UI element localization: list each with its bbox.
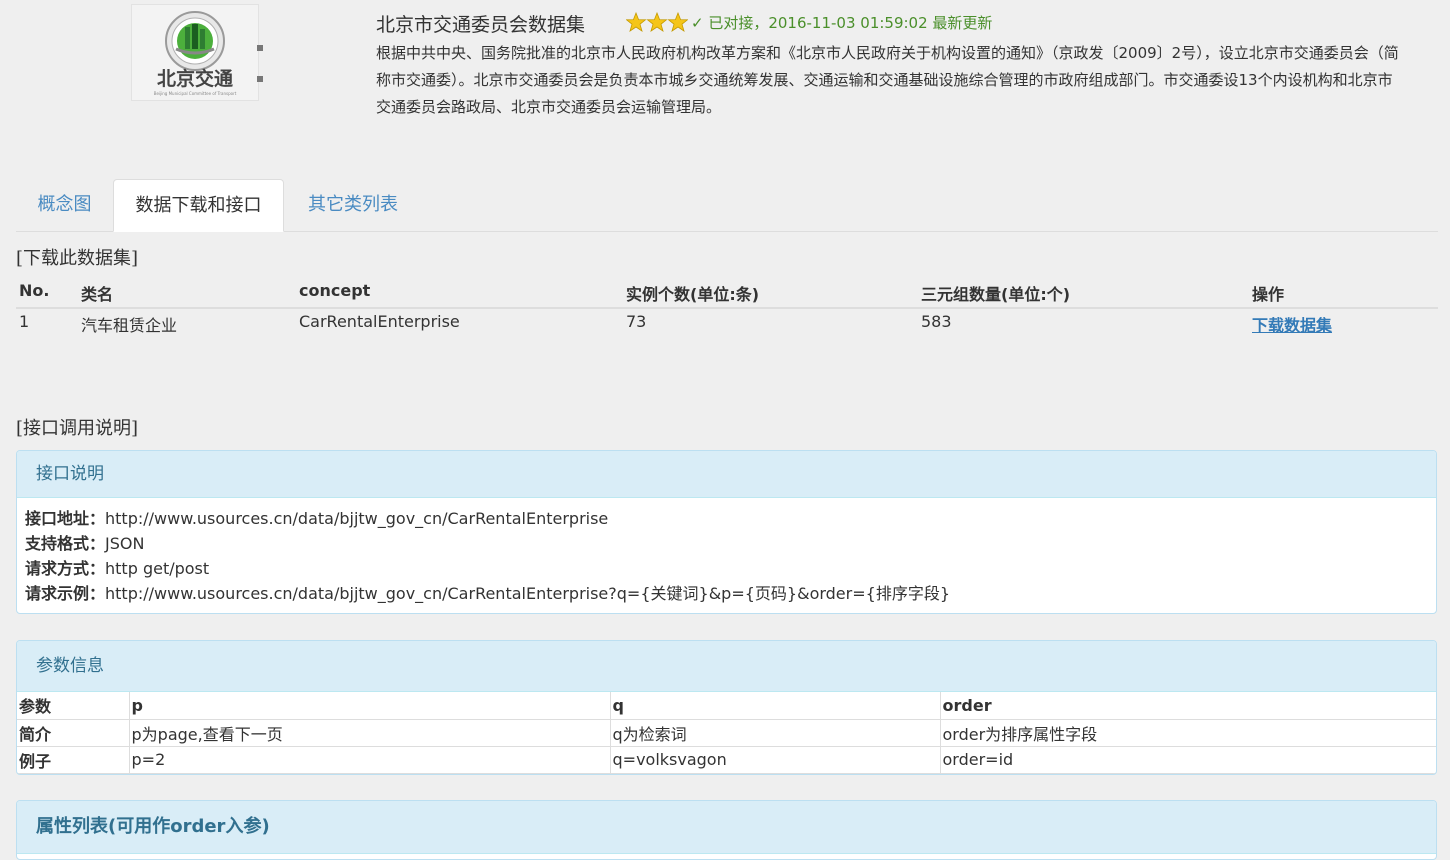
param-cell: p=2 xyxy=(128,745,611,774)
dataset-title: 北京市交通委员会数据集 xyxy=(376,14,586,36)
dataset-description: 根据中共中央、国务院批准的北京市人民政府机构改革方案和《北京市人民政府关于机构设… xyxy=(376,44,1399,116)
attributes-panel: 属性列表(可用作order入参) xyxy=(16,800,1437,860)
logo-edge-mark xyxy=(257,45,263,51)
param-cell: p xyxy=(128,692,611,720)
table-row: 1 汽车租赁企业 CarRentalEnterprise 73 583 下载数据… xyxy=(16,309,1438,339)
tab-other-classes[interactable]: 其它类列表 xyxy=(288,179,418,231)
sync-status: ✓ 已对接，2016-11-03 01:59:02 最新更新 xyxy=(691,14,993,32)
tab-data-download[interactable]: 数据下载和接口 xyxy=(113,179,284,232)
param-cell: 例子 xyxy=(17,745,130,774)
download-heading: [下载此数据集] xyxy=(16,248,139,269)
param-cell: q=volksvagon xyxy=(609,745,941,774)
logo-emblem-icon: 北京交通 Beijing Municipal Committee of Tran… xyxy=(154,11,237,96)
table-row: 简介 p为page,查看下一页 q为检索词 order为排序属性字段 xyxy=(17,718,1436,747)
panel-title: 接口说明 xyxy=(17,451,1436,498)
param-cell: q xyxy=(609,692,941,720)
param-cell: q为检索词 xyxy=(609,718,941,747)
tab-concept-map[interactable]: 概念图 xyxy=(16,179,113,231)
api-method-line: 请求方式：http get/post xyxy=(25,556,1436,581)
department-logo: 北京交通 Beijing Municipal Committee of Tran… xyxy=(131,4,259,101)
column-header: 操作 xyxy=(1252,285,1285,304)
table-header-row: No. 类名 concept 实例个数(单位:条) 三元组数量(单位:个) 操作 xyxy=(16,279,1438,309)
download-table: No. 类名 concept 实例个数(单位:条) 三元组数量(单位:个) 操作… xyxy=(16,279,1438,339)
svg-text:Beijing Municipal Committee of: Beijing Municipal Committee of Transport xyxy=(154,91,237,96)
api-example-line: 请求示例：http://www.usources.cn/data/bjjtw_g… xyxy=(25,581,1436,606)
column-header: 三元组数量(单位:个) xyxy=(921,285,1071,304)
svg-text:北京交通: 北京交通 xyxy=(157,67,234,90)
api-method-value: http get/post xyxy=(105,559,210,578)
column-header: 实例个数(单位:条) xyxy=(626,285,760,304)
logo-edge-mark xyxy=(257,76,263,82)
table-row: 例子 p=2 q=volksvagon order=id xyxy=(17,745,1436,774)
row-number: 1 xyxy=(19,312,30,331)
params-panel: 参数信息 参数 p q order 简介 p为page,查看下一页 q为检索词 … xyxy=(16,640,1437,775)
param-cell: order=id xyxy=(939,745,1436,774)
rating-stars-icon xyxy=(626,12,688,32)
field-label: 接口地址： xyxy=(25,509,106,528)
param-cell: order为排序属性字段 xyxy=(939,718,1436,747)
panel-title: 属性列表(可用作order入参) xyxy=(17,801,1436,854)
column-header: 类名 xyxy=(81,285,114,304)
download-dataset-link[interactable]: 下载数据集 xyxy=(1252,312,1332,336)
panel-title: 参数信息 xyxy=(17,641,1436,692)
api-example-value[interactable]: http://www.usources.cn/data/bjjtw_gov_cn… xyxy=(105,584,950,603)
concept-name: CarRentalEnterprise xyxy=(299,312,460,331)
param-cell: 参数 xyxy=(17,692,130,720)
tab-bar: 概念图 数据下载和接口 其它类列表 xyxy=(16,179,1438,232)
param-cell: order xyxy=(939,692,1436,720)
api-heading: [接口调用说明] xyxy=(16,418,139,439)
triple-count: 583 xyxy=(921,312,952,331)
api-format-line: 支持格式：JSON xyxy=(25,531,1436,556)
api-info-panel: 接口说明 接口地址：http://www.usources.cn/data/bj… xyxy=(16,450,1437,614)
column-header: No. xyxy=(19,281,50,300)
field-label: 请求方式： xyxy=(25,559,106,578)
params-table: 参数 p q order 简介 p为page,查看下一页 q为检索词 order… xyxy=(17,692,1436,774)
api-details: 接口地址：http://www.usources.cn/data/bjjtw_g… xyxy=(17,498,1436,606)
field-label: 请求示例： xyxy=(25,584,106,603)
table-row: 参数 p q order xyxy=(17,692,1436,720)
param-cell: p为page,查看下一页 xyxy=(128,718,611,747)
api-address-line: 接口地址：http://www.usources.cn/data/bjjtw_g… xyxy=(25,506,1436,531)
class-name: 汽车租赁企业 xyxy=(81,316,178,335)
api-address-value[interactable]: http://www.usources.cn/data/bjjtw_gov_cn… xyxy=(105,509,608,528)
api-format-value: JSON xyxy=(105,534,145,553)
field-label: 支持格式： xyxy=(25,534,106,553)
param-cell: 简介 xyxy=(17,718,130,747)
column-header: concept xyxy=(299,281,371,300)
instance-count: 73 xyxy=(626,312,647,331)
